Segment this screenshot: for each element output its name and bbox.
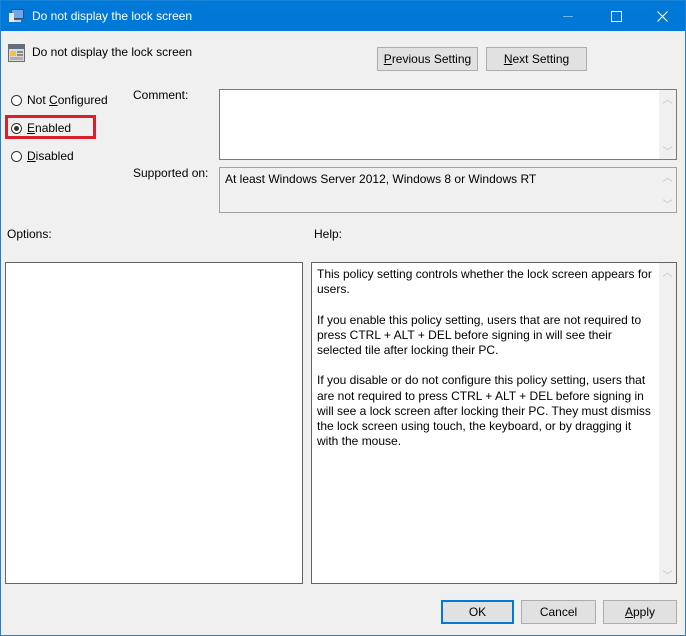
close-button[interactable] xyxy=(639,1,685,31)
scroll-down-icon[interactable]: ﹀ xyxy=(659,195,676,212)
close-icon xyxy=(656,10,668,22)
maximize-button[interactable] xyxy=(593,1,639,31)
apply-mnemonic: A xyxy=(624,605,633,619)
supported-on-label: Supported on: xyxy=(133,166,209,180)
help-panel: This policy setting controls whether the… xyxy=(311,262,677,584)
help-text: This policy setting controls whether the… xyxy=(317,267,654,465)
policy-setting-icon xyxy=(8,44,25,62)
radio-disabled-circle[interactable] xyxy=(11,150,22,162)
policy-name: Do not display the lock screen xyxy=(32,45,193,59)
scroll-down-icon[interactable]: ﹀ xyxy=(659,566,676,583)
help-label: Help: xyxy=(314,227,343,241)
scroll-down-icon[interactable]: ﹀ xyxy=(659,142,676,159)
minimize-icon xyxy=(563,15,573,17)
radio-enabled-label: Enabled xyxy=(27,121,72,135)
app-icon xyxy=(9,9,24,22)
radio-enabled[interactable]: Enabled xyxy=(11,121,71,135)
maximize-icon xyxy=(610,10,622,22)
supported-on-scrollbar[interactable]: ︿ ﹀ xyxy=(659,168,676,212)
help-paragraph: If you disable or do not configure this … xyxy=(317,373,651,449)
help-scrollbar[interactable]: ︿ ﹀ xyxy=(659,263,676,583)
next-setting-button[interactable]: Next Setting xyxy=(486,47,587,71)
cancel-button[interactable]: Cancel xyxy=(521,600,596,624)
radio-disabled-label: Disabled xyxy=(27,149,74,163)
help-paragraph: If you enable this policy setting, users… xyxy=(317,312,642,357)
previous-setting-label: revious Setting xyxy=(391,52,472,66)
options-label: Options: xyxy=(7,227,52,241)
comment-scrollbar[interactable]: ︿ ﹀ xyxy=(659,90,676,159)
scroll-up-icon[interactable]: ︿ xyxy=(659,263,676,280)
scroll-up-icon[interactable]: ︿ xyxy=(659,168,676,185)
supported-on-field: At least Windows Server 2012, Windows 8 … xyxy=(219,167,677,213)
previous-setting-button[interactable]: Previous Setting xyxy=(377,47,478,71)
next-setting-label: ext Setting xyxy=(512,52,570,66)
ok-button[interactable]: OK xyxy=(441,600,514,624)
minimize-button[interactable] xyxy=(545,1,591,31)
radio-disabled[interactable]: Disabled xyxy=(11,149,74,163)
apply-button[interactable]: Apply xyxy=(603,600,677,624)
radio-not-configured-circle[interactable] xyxy=(11,94,22,106)
radio-not-configured-label: Not Configured xyxy=(27,93,108,107)
supported-on-value: At least Windows Server 2012, Windows 8 … xyxy=(225,172,537,186)
comment-textarea[interactable]: ︿ ﹀ xyxy=(219,89,677,160)
radio-not-configured[interactable]: Not Configured xyxy=(11,93,108,107)
comment-label: Comment: xyxy=(133,88,189,102)
radio-enabled-circle[interactable] xyxy=(11,122,22,134)
scroll-up-icon[interactable]: ︿ xyxy=(659,90,676,107)
next-setting-mnemonic: N xyxy=(503,52,513,66)
title-bar[interactable]: Do not display the lock screen xyxy=(1,1,685,31)
policy-dialog: Do not display the lock screen Do not di… xyxy=(0,0,686,636)
apply-label: pply xyxy=(633,605,656,619)
options-panel xyxy=(5,262,303,584)
window-title: Do not display the lock screen xyxy=(32,9,193,23)
help-paragraph: This policy setting controls whether the… xyxy=(317,267,652,297)
previous-setting-mnemonic: P xyxy=(383,52,392,66)
